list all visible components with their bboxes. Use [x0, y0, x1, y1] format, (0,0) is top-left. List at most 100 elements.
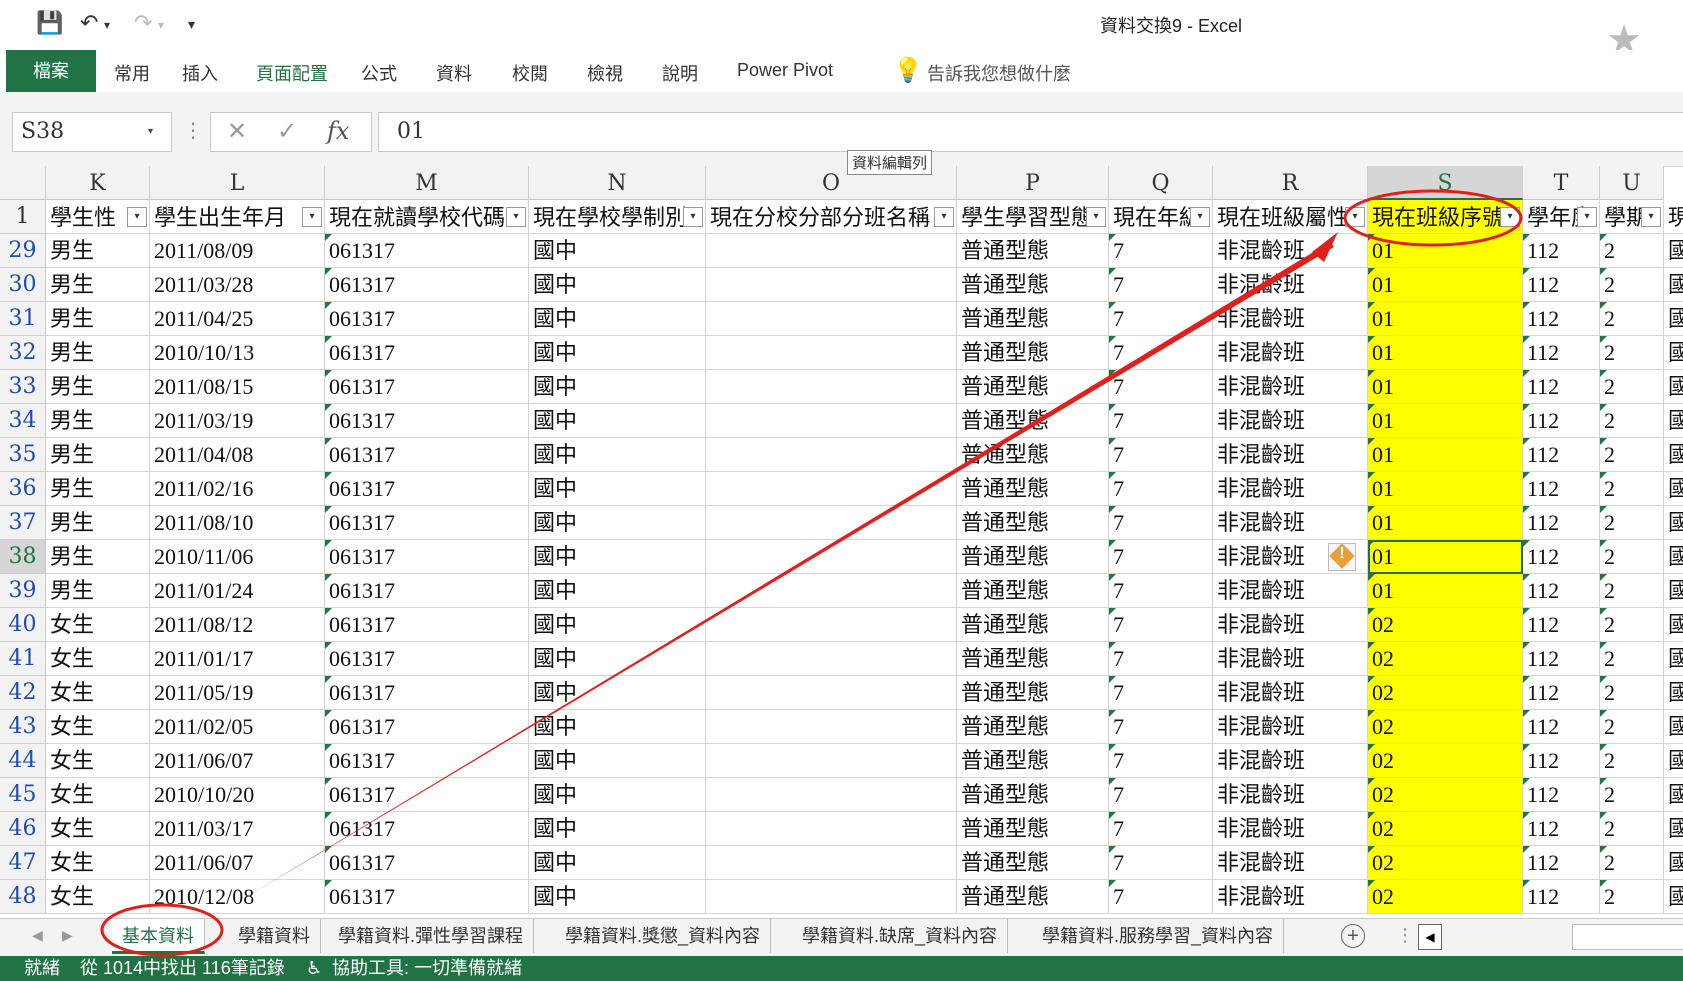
table-cell[interactable]: 普通型態 — [957, 812, 1109, 846]
table-cell[interactable]: 國中 — [529, 506, 706, 540]
table-cell[interactable]: 2 — [1600, 608, 1664, 642]
table-cell[interactable]: 112 — [1523, 710, 1600, 744]
table-cell[interactable]: 2 — [1600, 268, 1664, 302]
table-cell[interactable]: 7 — [1109, 438, 1213, 472]
row-header[interactable]: 39 — [0, 574, 46, 608]
table-cell[interactable]: 普通型態 — [957, 472, 1109, 506]
table-cell[interactable]: 2 — [1600, 812, 1664, 846]
select-all-corner[interactable] — [0, 166, 46, 200]
table-cell[interactable]: 國 — [1664, 438, 1683, 472]
table-cell[interactable]: 2 — [1600, 574, 1664, 608]
table-cell[interactable]: 112 — [1523, 574, 1600, 608]
tab-help[interactable]: 說明 — [662, 60, 698, 86]
table-cell[interactable]: 非混齡班 — [1213, 676, 1368, 710]
table-cell[interactable]: 女生 — [46, 846, 150, 880]
table-cell[interactable]: 112 — [1523, 336, 1600, 370]
column-header-s[interactable]: S — [1368, 166, 1523, 200]
header-cell[interactable]: 現在學校學制別 ▾ — [529, 200, 706, 234]
sheet-tab[interactable]: 學籍資料 — [228, 919, 321, 953]
table-cell[interactable]: 2010/11/06 — [150, 540, 325, 574]
table-cell[interactable]: 普通型態 — [957, 880, 1109, 914]
redo-icon[interactable]: ↷ — [134, 10, 152, 36]
table-cell[interactable]: 普通型態 — [957, 846, 1109, 880]
table-cell[interactable]: 非混齡班 — [1213, 234, 1368, 268]
filter-dropdown-icon[interactable]: ▾ — [1577, 207, 1597, 227]
table-cell[interactable]: 01 — [1368, 540, 1523, 574]
table-cell[interactable]: 國 — [1664, 744, 1683, 778]
table-cell[interactable]: 2011/08/15 — [150, 370, 325, 404]
filter-dropdown-icon[interactable]: ▾ — [1086, 207, 1106, 227]
table-cell[interactable]: 國中 — [529, 710, 706, 744]
table-cell[interactable]: 普通型態 — [957, 608, 1109, 642]
formula-input[interactable]: 01 — [378, 112, 1683, 152]
table-cell[interactable] — [706, 370, 957, 404]
table-cell[interactable]: 2 — [1600, 642, 1664, 676]
table-cell[interactable] — [706, 880, 957, 914]
table-cell[interactable]: 112 — [1523, 540, 1600, 574]
table-cell[interactable]: 02 — [1368, 744, 1523, 778]
sheet-tab[interactable]: 學籍資料.服務學習_資料內容 — [1032, 919, 1285, 953]
table-cell[interactable]: 061317 — [325, 404, 529, 438]
table-cell[interactable]: 國中 — [529, 404, 706, 438]
table-cell[interactable] — [706, 404, 957, 438]
table-cell[interactable]: 男生 — [46, 574, 150, 608]
table-cell[interactable]: 061317 — [325, 710, 529, 744]
table-cell[interactable] — [706, 812, 957, 846]
table-cell[interactable]: 2011/08/10 — [150, 506, 325, 540]
table-cell[interactable]: 男生 — [46, 472, 150, 506]
table-cell[interactable]: 女生 — [46, 710, 150, 744]
name-box-dropdown-icon[interactable]: ▾ — [148, 126, 153, 137]
table-cell[interactable] — [706, 234, 957, 268]
table-cell[interactable]: 7 — [1109, 676, 1213, 710]
row-header[interactable]: 43 — [0, 710, 46, 744]
table-cell[interactable]: 2011/08/12 — [150, 608, 325, 642]
table-cell[interactable] — [706, 540, 957, 574]
horizontal-scrollbar[interactable] — [1572, 924, 1683, 950]
table-cell[interactable]: 國 — [1664, 404, 1683, 438]
table-cell[interactable]: 國中 — [529, 336, 706, 370]
table-cell[interactable]: 國中 — [529, 370, 706, 404]
table-cell[interactable]: 2 — [1600, 744, 1664, 778]
table-cell[interactable] — [706, 710, 957, 744]
table-cell[interactable] — [706, 472, 957, 506]
table-cell[interactable]: 061317 — [325, 608, 529, 642]
table-cell[interactable]: 普通型態 — [957, 404, 1109, 438]
table-cell[interactable]: 7 — [1109, 540, 1213, 574]
enter-icon[interactable]: ✓ — [277, 117, 297, 146]
table-cell[interactable]: 2011/05/19 — [150, 676, 325, 710]
table-cell[interactable]: 2011/01/17 — [150, 642, 325, 676]
table-cell[interactable]: 國中 — [529, 846, 706, 880]
table-cell[interactable]: 國中 — [529, 574, 706, 608]
filter-dropdown-icon[interactable]: ▾ — [127, 207, 147, 227]
table-cell[interactable]: 非混齡班 — [1213, 812, 1368, 846]
tab-formulas[interactable]: 公式 — [361, 60, 397, 86]
table-cell[interactable]: 2011/04/25 — [150, 302, 325, 336]
table-cell[interactable] — [706, 676, 957, 710]
table-cell[interactable]: 國中 — [529, 880, 706, 914]
table-cell[interactable]: 7 — [1109, 302, 1213, 336]
table-cell[interactable]: 7 — [1109, 336, 1213, 370]
table-cell[interactable]: 061317 — [325, 268, 529, 302]
table-cell[interactable]: 普通型態 — [957, 438, 1109, 472]
table-cell[interactable]: 2 — [1600, 302, 1664, 336]
row-header[interactable]: 44 — [0, 744, 46, 778]
header-cell[interactable]: 學生學習型態 ▾ — [957, 200, 1109, 234]
tell-me-search[interactable]: 告訴我您想做什麼 — [927, 60, 1071, 86]
table-cell[interactable]: 非混齡班 — [1213, 778, 1368, 812]
table-cell[interactable]: 2011/03/17 — [150, 812, 325, 846]
table-cell[interactable]: 2011/02/05 — [150, 710, 325, 744]
table-cell[interactable]: 2011/06/07 — [150, 744, 325, 778]
table-cell[interactable]: 01 — [1368, 268, 1523, 302]
undo-icon[interactable]: ↶ — [80, 10, 98, 36]
row-header[interactable]: 29 — [0, 234, 46, 268]
table-cell[interactable]: 國 — [1664, 472, 1683, 506]
table-cell[interactable]: 061317 — [325, 336, 529, 370]
table-cell[interactable]: 061317 — [325, 676, 529, 710]
table-cell[interactable]: 02 — [1368, 880, 1523, 914]
table-cell[interactable]: 國 — [1664, 574, 1683, 608]
tab-home[interactable]: 常用 — [114, 60, 150, 86]
table-cell[interactable]: 國中 — [529, 642, 706, 676]
header-cell[interactable]: 現在年級 ▾ — [1109, 200, 1213, 234]
tab-review[interactable]: 校閱 — [512, 60, 548, 86]
table-cell[interactable]: 7 — [1109, 574, 1213, 608]
